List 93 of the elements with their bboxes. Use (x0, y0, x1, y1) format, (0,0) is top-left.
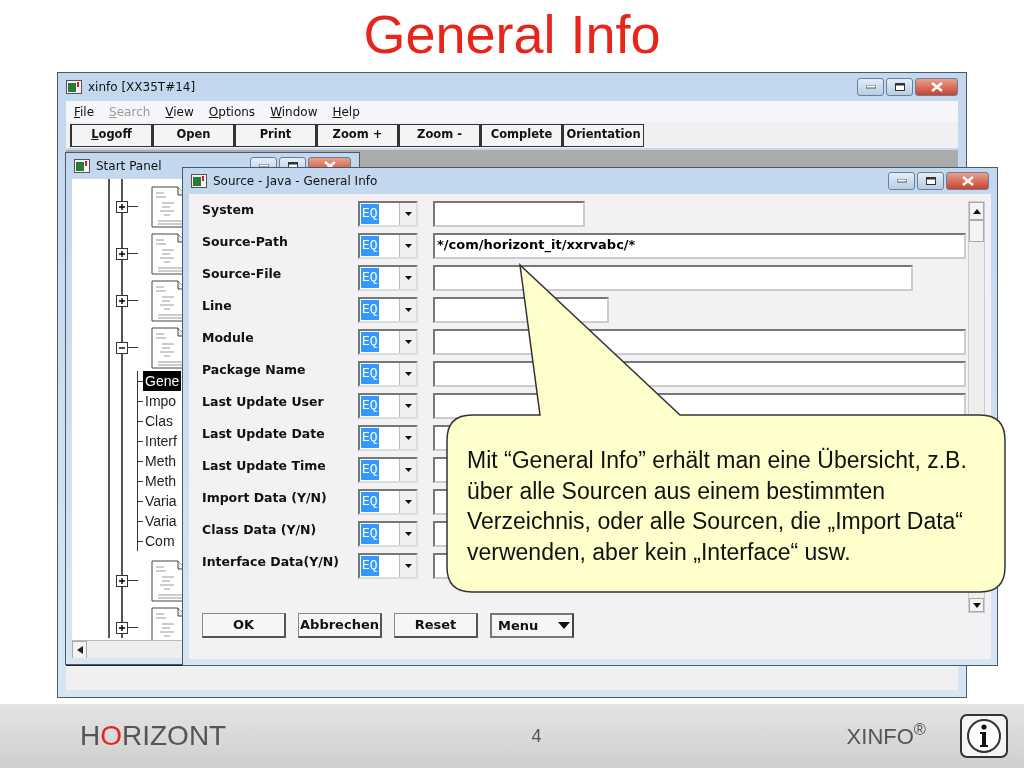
menu-item[interactable]: Window (270, 102, 318, 121)
field-label: Line (202, 297, 233, 315)
page-number: 4 (531, 724, 542, 748)
expand-toggle[interactable] (116, 621, 128, 634)
field-label: Source-Path (202, 233, 289, 251)
caret-icon (404, 468, 412, 472)
scroll-left-button[interactable] (72, 640, 87, 658)
expand-toggle[interactable] (116, 247, 128, 260)
dialog-button[interactable]: Abbrechen (298, 613, 382, 638)
close-button[interactable] (915, 78, 958, 96)
tree-item[interactable]: Impo (143, 391, 179, 411)
down-arrow-icon (972, 602, 981, 608)
caret-icon (404, 372, 412, 376)
caret-icon (404, 276, 412, 280)
callout-text: Mit “General Info” erhält man eine Übersicht, z.B. über alle Sourcen aus einem bestimmten Verzeichnis, oder alle Sourcen, die „Import Data“ verwenden, aber kein „Interface“ usw. (467, 446, 968, 567)
app-icon (74, 159, 90, 173)
menu-button[interactable]: Menu (490, 613, 574, 638)
scroll-down-button[interactable] (969, 598, 984, 612)
menu-item[interactable]: File (74, 102, 95, 121)
toolbar-button[interactable]: Complete (480, 123, 562, 147)
tree-item[interactable]: Clas (143, 411, 175, 431)
app-icon (191, 174, 207, 188)
caret-icon (404, 212, 412, 216)
input-field[interactable] (433, 201, 585, 227)
tree-item[interactable]: Gene (143, 371, 182, 391)
maximize-icon (894, 83, 905, 91)
menu-item[interactable]: Options (208, 102, 256, 121)
caret-icon (404, 308, 412, 312)
field-label: Last Update User (202, 393, 325, 411)
plus-icon (118, 202, 126, 211)
slide-title: General Info (362, 3, 662, 66)
minimize-icon (896, 179, 907, 183)
window-title: xinfo [XX35T#14] (88, 79, 196, 96)
toolbar-button[interactable]: Print (234, 123, 316, 147)
minimize-icon (865, 85, 876, 89)
field-label: Interface Data(Y/N) (202, 553, 340, 571)
toolbar-button[interactable]: Logoff (70, 123, 152, 147)
menu-item[interactable]: Help (332, 102, 360, 121)
caret-icon (404, 404, 412, 408)
caret-icon (404, 500, 412, 504)
scroll-up-button[interactable] (969, 202, 984, 220)
tree-item[interactable]: Meth (143, 451, 179, 471)
plus-icon (118, 249, 126, 258)
toolbar-button[interactable]: Orientation (562, 123, 644, 147)
caret-icon (404, 436, 412, 440)
field-label: Source-File (202, 265, 283, 283)
caret-icon (404, 340, 412, 344)
collapse-toggle[interactable] (116, 341, 128, 354)
toolbar-button[interactable]: Zoom + (316, 123, 398, 147)
caret-icon (404, 532, 412, 536)
scrollbar-thumb[interactable] (969, 220, 984, 242)
field-label: Import Data (Y/N) (202, 489, 328, 507)
tree-item[interactable]: Meth (143, 471, 179, 491)
window-title: Start Panel (96, 158, 162, 175)
expand-toggle[interactable] (116, 574, 128, 587)
maximize-icon (925, 177, 936, 185)
field-label: System (202, 201, 256, 219)
tree-item[interactable]: Com (143, 531, 177, 551)
left-arrow-icon (76, 645, 83, 654)
expand-toggle[interactable] (116, 294, 128, 307)
dialog-button[interactable]: Reset (394, 613, 478, 638)
close-icon (930, 82, 943, 92)
info-icon[interactable] (960, 714, 1008, 758)
maximize-button[interactable] (886, 78, 913, 96)
company-logo: HORIZONT (80, 719, 227, 753)
input-field[interactable] (433, 265, 913, 291)
app-icon (66, 80, 82, 94)
product-name: XINFO$^{®}$ (846, 719, 926, 751)
input-field[interactable]: */com/horizont_it/xxrvabc/* (433, 233, 966, 259)
dialog-button[interactable]: OK (202, 613, 286, 638)
tree-item[interactable]: Varia (143, 491, 179, 511)
maximize-button[interactable] (917, 172, 944, 190)
field-label: Module (202, 329, 255, 347)
tree-item[interactable]: Interf (143, 431, 179, 451)
field-label: Last Update Date (202, 425, 326, 443)
window-title: Source - Java - General Info (213, 173, 378, 190)
tree-item[interactable]: Varia (143, 511, 179, 531)
caret-icon (558, 622, 571, 629)
plus-icon (118, 623, 126, 632)
expand-toggle[interactable] (116, 200, 128, 213)
caret-icon (404, 244, 412, 248)
close-button[interactable] (946, 172, 989, 190)
plus-icon (118, 576, 126, 585)
caret-icon (404, 564, 412, 568)
field-label: Package Name (202, 361, 307, 379)
plus-icon (118, 296, 126, 305)
close-icon (961, 176, 974, 186)
menu-item[interactable]: View (165, 102, 194, 121)
up-arrow-icon (972, 208, 981, 214)
toolbar-button[interactable]: Open (152, 123, 234, 147)
toolbar-button[interactable]: Zoom - (398, 123, 480, 147)
field-label: Last Update Time (202, 457, 327, 475)
field-label: Class Data (Y/N) (202, 521, 318, 539)
